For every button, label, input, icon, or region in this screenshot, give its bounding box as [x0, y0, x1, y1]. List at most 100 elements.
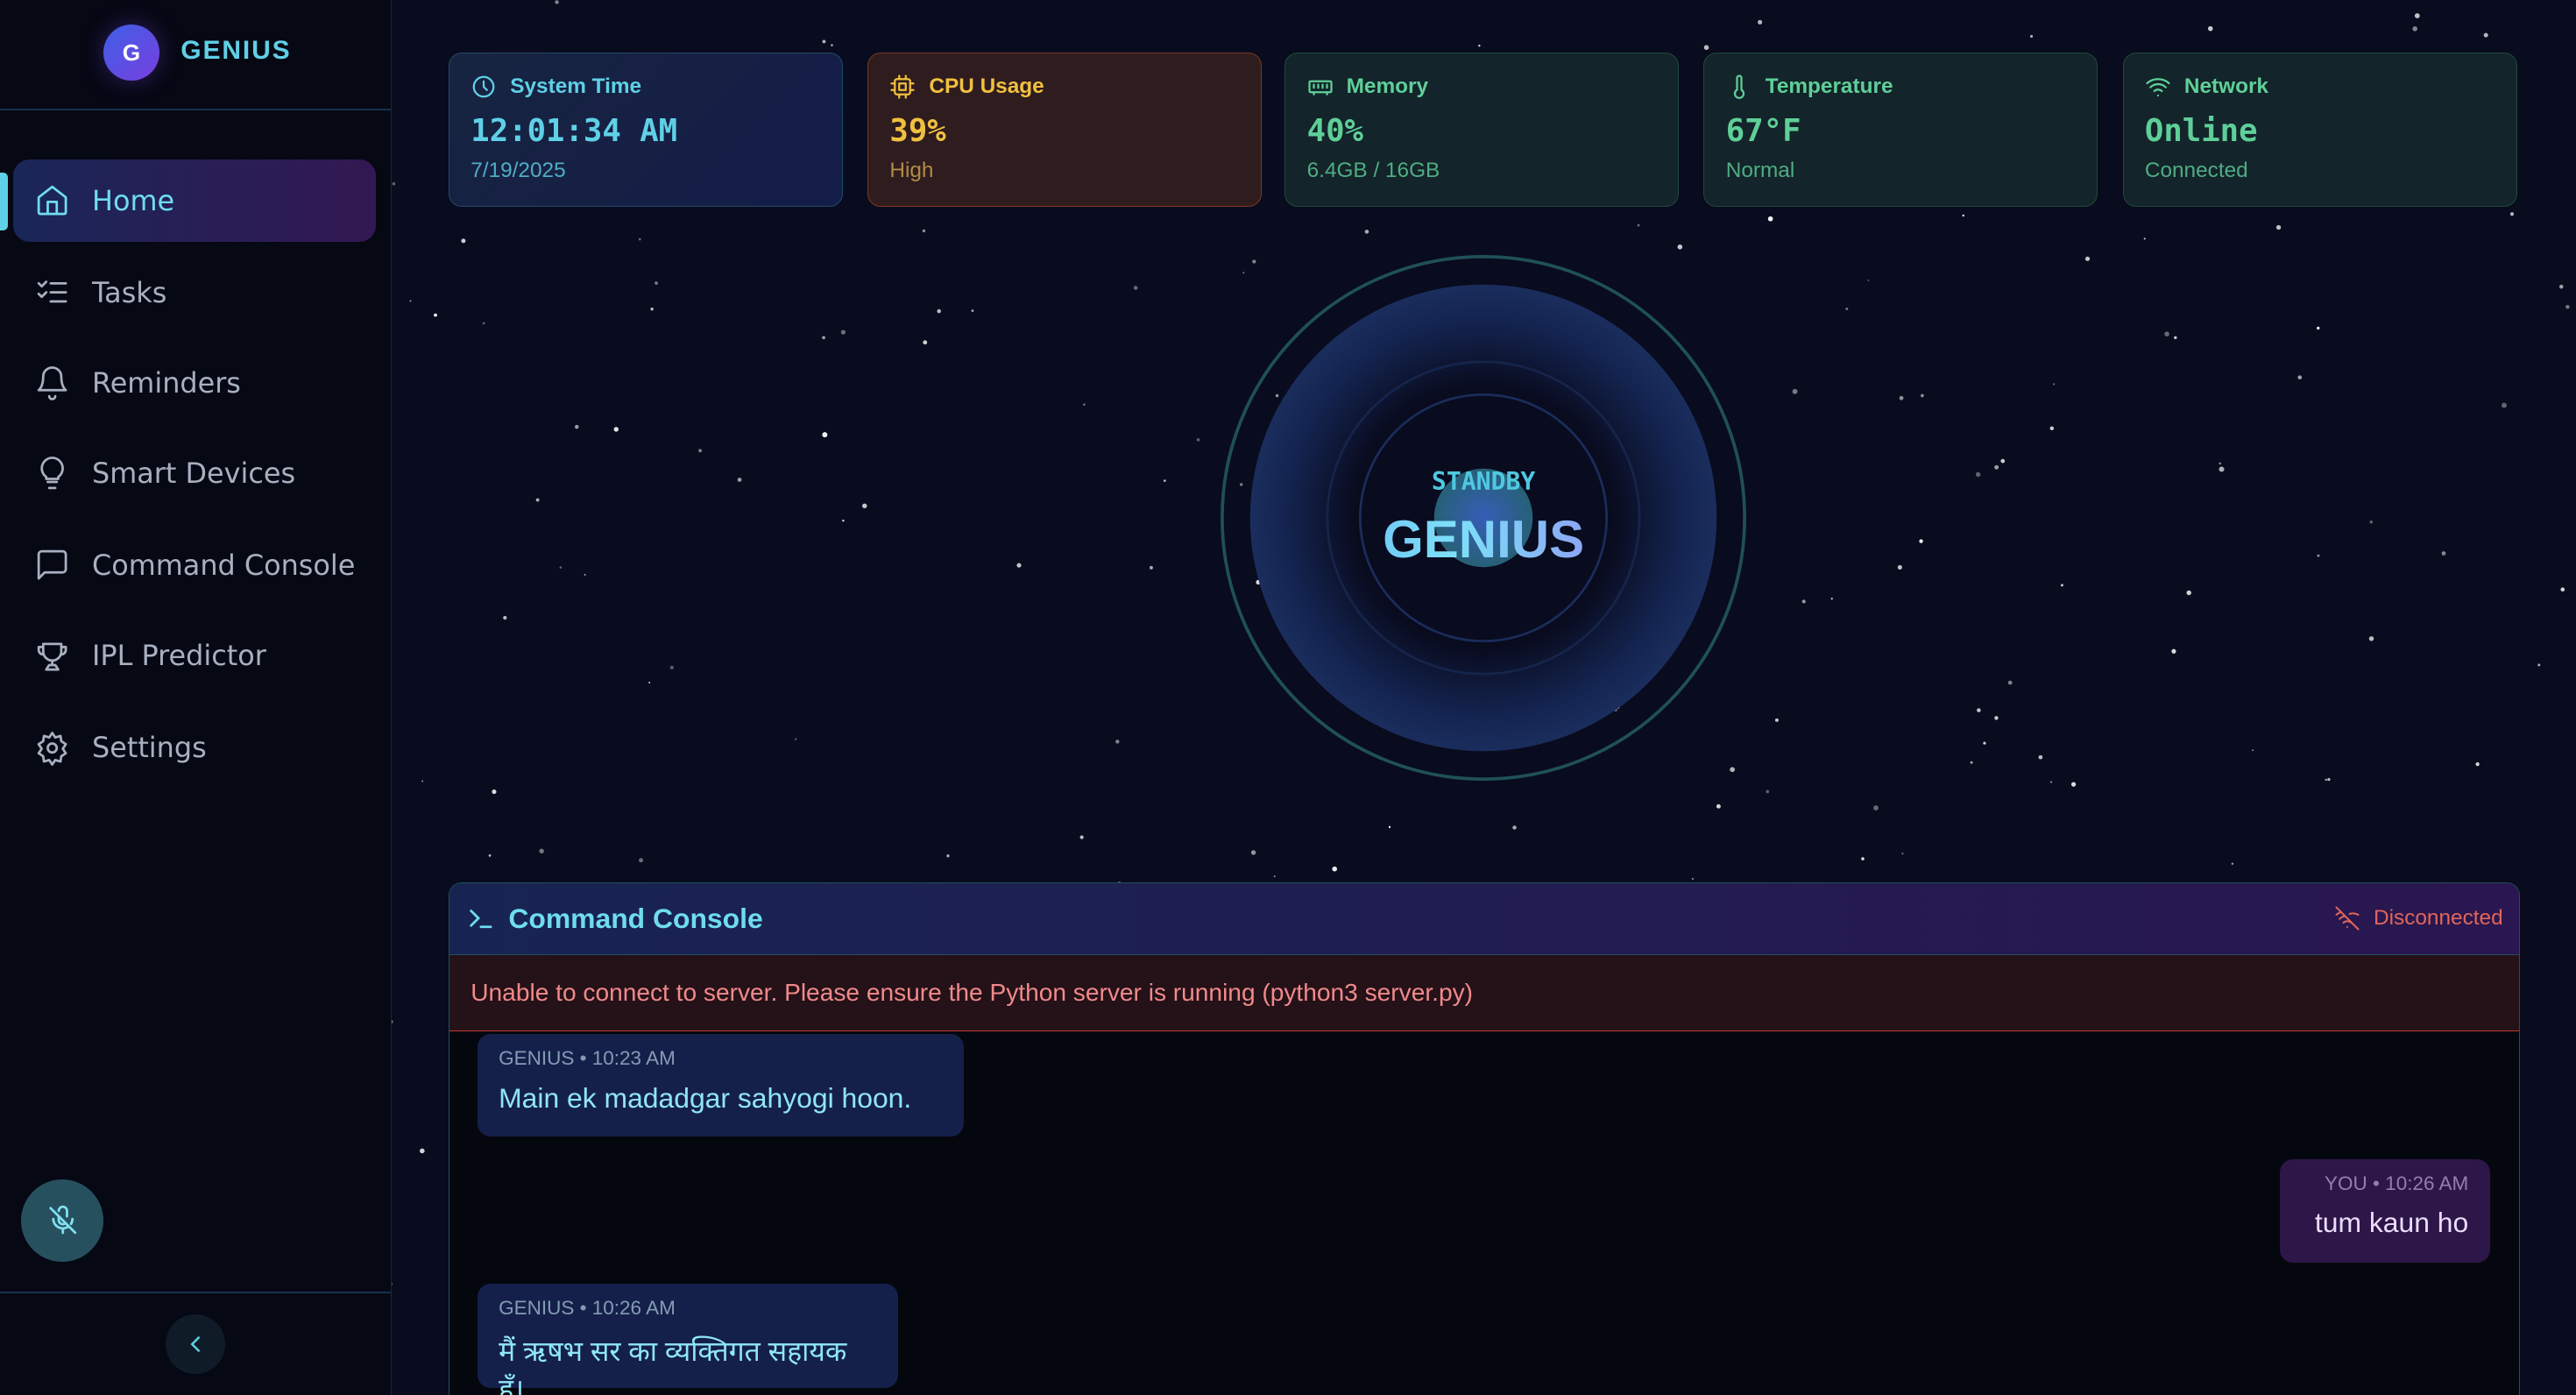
star: [1801, 599, 1806, 604]
star: [2252, 749, 2254, 752]
brand-name: GENIUS: [180, 36, 292, 66]
star: [2038, 754, 2043, 760]
star: [2441, 551, 2446, 556]
star: [1994, 716, 1999, 720]
star: [2325, 778, 2328, 782]
message-meta: GENIUS • 10:23 AM: [499, 1047, 676, 1070]
star: [822, 432, 828, 438]
wifi-off-icon: [2335, 906, 2360, 931]
star: [1845, 308, 1849, 310]
star: [655, 281, 659, 285]
logo-avatar: G: [103, 25, 159, 81]
star: [670, 665, 675, 669]
star: [420, 1148, 425, 1154]
star: [1921, 393, 1924, 398]
star: [2050, 781, 2053, 783]
star: [1962, 214, 1965, 217]
sidebar-item-label: Smart Devices: [92, 457, 296, 490]
chat-message: YOU • 10:26 AM tum kaun ho: [2279, 1158, 2490, 1263]
star: [535, 498, 540, 502]
command-console-panel: Command Console Disconnected Unable to c…: [448, 882, 2521, 1395]
star: [1977, 708, 1981, 712]
star: [492, 790, 497, 795]
console-title: Command Console: [508, 902, 763, 934]
card-value: Online: [2144, 112, 2258, 149]
star: [613, 427, 619, 432]
star: [1758, 19, 1763, 25]
star: [841, 329, 846, 335]
sidebar-item-tasks[interactable]: Tasks: [13, 251, 376, 334]
sidebar-item-ipl-predictor[interactable]: IPL Predictor: [13, 614, 376, 697]
message-text: tum kaun ho: [2314, 1207, 2469, 1238]
star: [737, 478, 742, 482]
console-header: Command Console Disconnected: [449, 882, 2520, 955]
star: [862, 503, 867, 509]
system-time-card: System Time 12:01:34 AM 7/19/2025: [448, 53, 843, 208]
star: [2559, 284, 2564, 289]
star: [1830, 598, 1834, 600]
star: [2412, 26, 2418, 32]
collapse-sidebar-button[interactable]: [166, 1314, 225, 1374]
star: [1792, 388, 1798, 394]
star: [650, 308, 655, 311]
sidebar: G GENIUS Home Tasks Reminders Smart Devi…: [0, 0, 393, 1395]
star: [2174, 336, 2177, 340]
star: [822, 39, 826, 44]
sidebar-item-smart-devices[interactable]: Smart Devices: [13, 432, 376, 514]
active-indicator: [0, 172, 9, 230]
star: [409, 300, 412, 302]
star: [2049, 426, 2055, 431]
sidebar-item-label: IPL Predictor: [92, 639, 266, 673]
mic-toggle-button[interactable]: [21, 1179, 104, 1262]
terminal-icon: [469, 910, 492, 929]
clock-icon: [472, 75, 495, 97]
star: [648, 681, 651, 683]
star: [1867, 279, 1870, 281]
star: [1703, 45, 1709, 50]
sidebar-item-home[interactable]: Home: [13, 159, 377, 242]
card-label: System Time: [510, 74, 642, 98]
card-sub: 6.4GB / 16GB: [1306, 158, 1440, 182]
star: [946, 854, 950, 858]
thermometer-icon: [1733, 74, 1744, 99]
sidebar-item-settings[interactable]: Settings: [13, 706, 376, 789]
card-label: CPU Usage: [929, 74, 1044, 98]
sidebar-item-label: Tasks: [92, 275, 167, 309]
star: [2510, 212, 2515, 216]
star: [1901, 853, 1904, 855]
star: [2171, 648, 2176, 654]
star: [2164, 331, 2170, 336]
star: [639, 858, 644, 863]
star: [2186, 590, 2192, 596]
star: [2276, 224, 2282, 230]
card-value: 39%: [889, 112, 946, 149]
orb-status: STANDBY: [1431, 466, 1536, 496]
chat-message: GENIUS • 10:26 AM मैं ऋषभ सर का व्यक्तिग…: [477, 1284, 898, 1395]
star: [822, 336, 826, 340]
card-sub: Normal: [1725, 158, 1795, 182]
star: [1134, 286, 1138, 290]
star: [831, 44, 833, 46]
star: [1766, 790, 1770, 794]
star: [2317, 326, 2320, 330]
star: [1898, 564, 1903, 570]
star: [2475, 761, 2480, 767]
sidebar-item-reminders[interactable]: Reminders: [13, 342, 376, 424]
star: [488, 853, 492, 857]
sidebar-divider: [0, 1291, 392, 1293]
star: [2143, 237, 2147, 240]
star: [842, 519, 845, 522]
star: [2369, 636, 2374, 641]
sidebar-item-command-console[interactable]: Command Console: [13, 524, 376, 606]
star: [2327, 777, 2331, 782]
card-sub: High: [889, 158, 934, 182]
card-sub: Connected: [2144, 158, 2248, 182]
star: [698, 449, 703, 453]
orb-name: GENIUS: [1221, 509, 1746, 570]
star: [1251, 850, 1256, 855]
connection-status: Disconnected: [2334, 905, 2503, 931]
star: [639, 237, 641, 241]
star: [559, 566, 563, 569]
star: [923, 229, 926, 233]
star: [971, 309, 974, 312]
